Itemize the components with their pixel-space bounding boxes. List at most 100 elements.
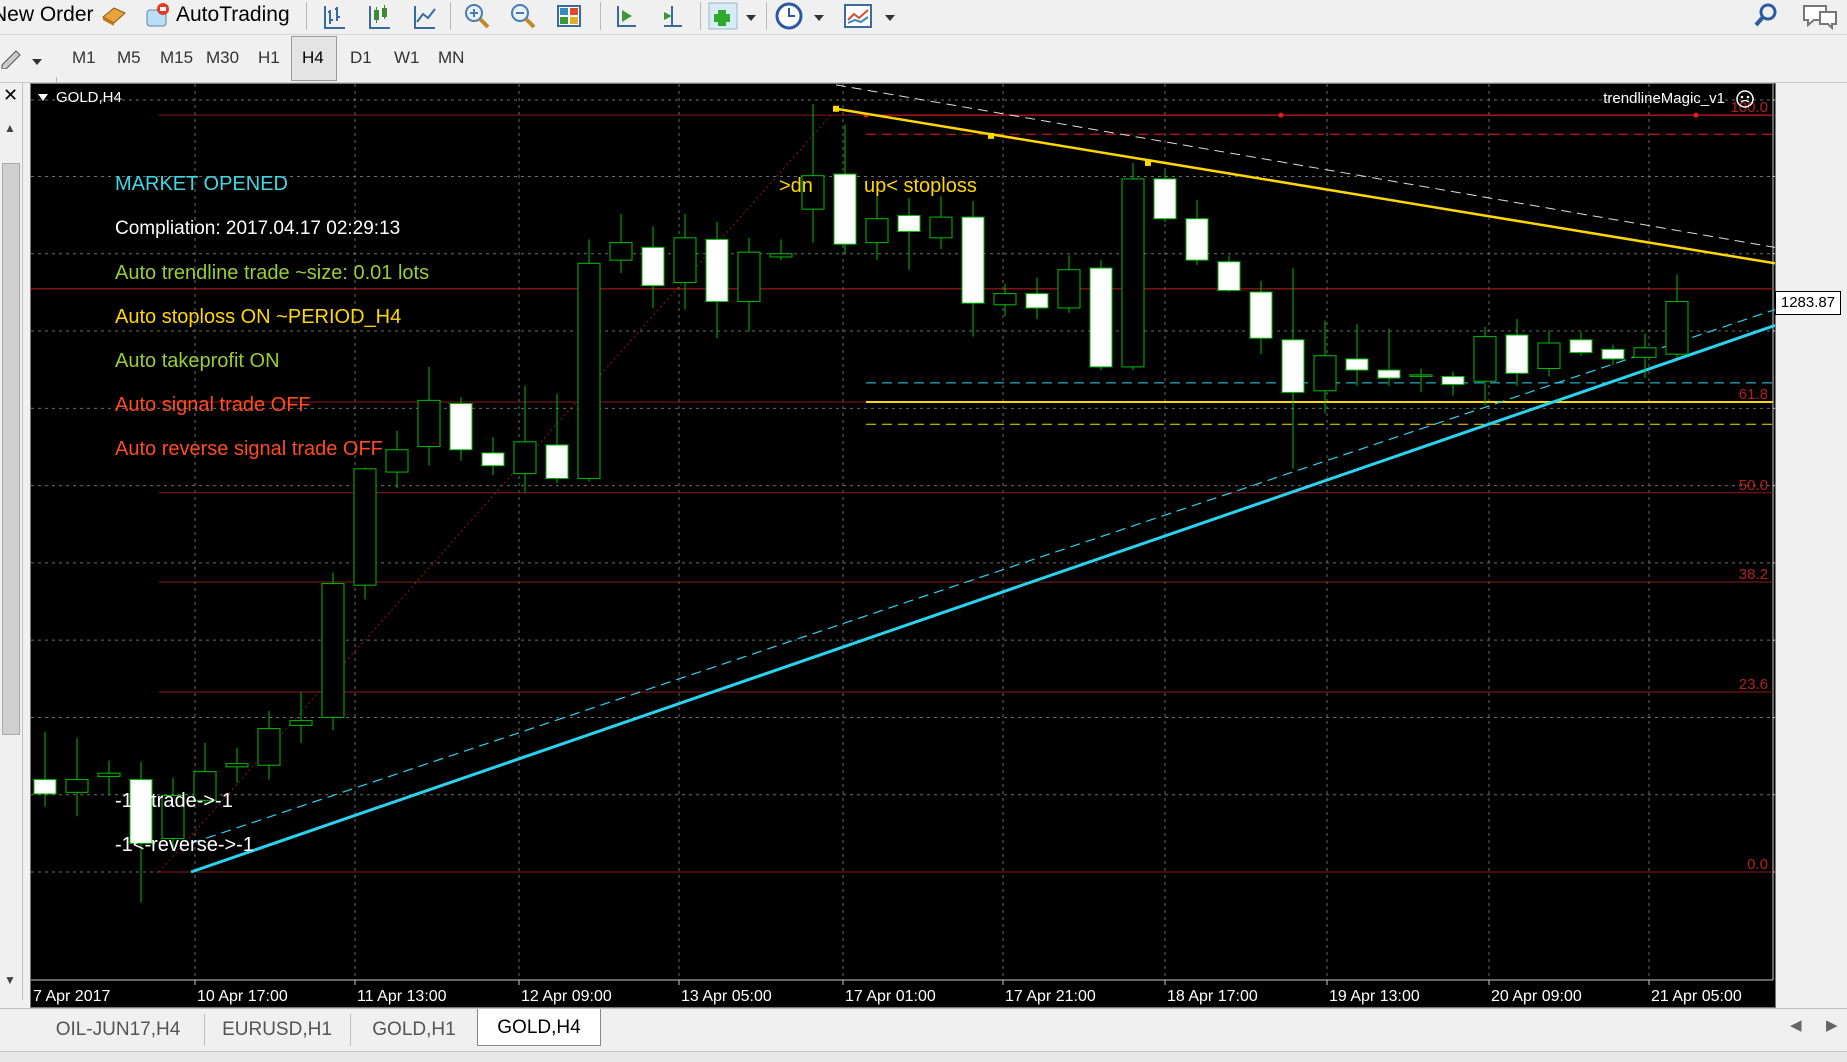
candle-body <box>1217 261 1241 291</box>
candle-body <box>449 403 473 451</box>
stoploss-point <box>1278 112 1284 118</box>
current-price-tag: 1283.87 <box>1775 291 1841 316</box>
candle-body <box>609 242 633 261</box>
time-axis-label: 7 Apr 2017 <box>33 988 111 1005</box>
autotrading-icon <box>144 1 172 29</box>
candle-body <box>97 772 121 777</box>
candle-body <box>545 444 569 479</box>
candle-body <box>257 728 281 766</box>
trendline-anchor-point <box>1145 159 1151 166</box>
auto-reverse-text: Auto reverse signal trade OFF <box>115 438 383 460</box>
zoom-out-icon[interactable] <box>508 1 538 36</box>
timeframe-mn-button[interactable]: MN <box>438 48 464 68</box>
indicators-icon[interactable] <box>708 2 738 35</box>
close-icon[interactable]: ✕ <box>3 85 18 106</box>
tab-eurusd-h1[interactable]: EURUSD,H1 <box>204 1014 351 1046</box>
time-axis-label: 18 Apr 17:00 <box>1167 988 1258 1005</box>
candle-body <box>1409 374 1433 377</box>
candle-body <box>1153 178 1177 220</box>
timeframe-w1-button[interactable]: W1 <box>394 48 420 68</box>
time-axis-label: 12 Apr 09:00 <box>521 988 612 1005</box>
new-order-label: New Order <box>0 3 94 26</box>
chevron-down-icon[interactable] <box>31 54 43 72</box>
autotrading-button[interactable]: AutoTrading <box>144 0 290 30</box>
timeframe-m15-button[interactable]: M15 <box>160 48 193 68</box>
bottom-status-strip <box>0 1051 1847 1062</box>
candle-body <box>705 238 729 303</box>
timeframe-m30-button[interactable]: M30 <box>206 48 239 68</box>
bar-chart-icon[interactable] <box>320 2 348 35</box>
candle-body <box>1057 269 1081 309</box>
tab-scroll-right-icon[interactable]: ▶ <box>1826 1016 1838 1034</box>
candle-body <box>577 262 601 479</box>
fib-level-label: 23.6 <box>1739 676 1768 693</box>
candle-body <box>321 583 345 718</box>
scroll-up-icon[interactable]: ▲ <box>4 121 16 135</box>
tile-windows-icon[interactable] <box>555 2 583 35</box>
tab-gold-h1[interactable]: GOLD,H1 <box>351 1014 478 1046</box>
candle-body <box>1377 369 1401 379</box>
expert-smiley-icon[interactable] <box>1735 89 1755 114</box>
trade-counter-text: -1<-trade->-1 <box>115 790 233 812</box>
candle-body <box>865 218 889 244</box>
autoscroll-icon[interactable] <box>612 2 640 35</box>
candle-body <box>641 246 665 287</box>
chevron-down-icon[interactable] <box>745 10 757 28</box>
templates-icon[interactable] <box>843 2 873 35</box>
chart-shift-icon[interactable] <box>658 2 686 35</box>
line-chart-icon[interactable] <box>410 2 438 35</box>
zoom-in-icon[interactable] <box>462 1 492 36</box>
chart-menu-icon[interactable] <box>37 90 49 108</box>
timeframe-h4-button[interactable]: H4 <box>302 48 324 68</box>
chevron-down-icon[interactable] <box>884 10 896 28</box>
periods-clock-icon[interactable] <box>774 1 804 36</box>
candle-body <box>1633 347 1657 358</box>
timeframe-d1-button[interactable]: D1 <box>350 48 372 68</box>
tab-scroll-left-icon[interactable]: ◀ <box>1790 1016 1802 1034</box>
candle-body <box>737 251 761 303</box>
meta-editor-icon[interactable] <box>100 2 128 28</box>
candle-body <box>513 441 537 475</box>
candle-body <box>1249 291 1273 339</box>
drawing-tools-icon[interactable] <box>0 47 24 74</box>
dn-marker-text: >dn <box>779 175 813 197</box>
search-icon[interactable] <box>1752 2 1780 35</box>
candle-body <box>929 216 953 239</box>
time-axis-label: 13 Apr 05:00 <box>681 988 772 1005</box>
chart-tabs-bar: OIL-JUN17,H4 EURUSD,H1 GOLD,H1 GOLD,H4 ◀ ▶ <box>0 1008 1847 1051</box>
chevron-down-icon[interactable] <box>813 10 825 28</box>
timeframe-h1-button[interactable]: H1 <box>258 48 280 68</box>
candle-body <box>289 720 313 726</box>
candle-body <box>1121 178 1145 368</box>
reverse-counter-text: -1<-reverse->-1 <box>115 834 254 856</box>
candle-body <box>1569 339 1593 354</box>
candle-body <box>833 173 857 245</box>
candle-body <box>65 779 89 793</box>
candle-body <box>993 293 1017 306</box>
chart-window[interactable]: 100.061.850.038.223.60.01296.551291.7512… <box>30 83 1841 1008</box>
new-order-button[interactable]: New Order <box>0 0 94 30</box>
candle-body <box>1441 375 1465 385</box>
time-axis-label: 17 Apr 21:00 <box>1005 988 1096 1005</box>
timeframe-m5-button[interactable]: M5 <box>117 48 141 68</box>
candle-body <box>769 253 793 258</box>
compilation-text: Compliation: 2017.04.17 02:29:13 <box>115 218 401 239</box>
tab-oil-jun17-h4[interactable]: OIL-JUN17,H4 <box>32 1014 205 1046</box>
fib-level-label: 50.0 <box>1739 477 1768 494</box>
fib-level-label: 61.8 <box>1739 386 1768 403</box>
left-panel-strip: ✕ ▲ ▼ ite <box>0 83 23 1028</box>
tab-gold-h4[interactable]: GOLD,H4 <box>477 1009 601 1046</box>
candlestick-chart-icon[interactable] <box>365 2 393 35</box>
scroll-down-icon[interactable]: ▼ <box>4 973 16 987</box>
stoploss-point <box>1693 112 1699 118</box>
expert-advisor-name: trendlineMagic_v1 <box>1603 90 1725 107</box>
auto-signal-text: Auto signal trade OFF <box>115 394 311 416</box>
candle-body <box>1185 218 1209 261</box>
candle-body <box>961 216 985 304</box>
candle-body <box>1665 301 1689 355</box>
candle-body <box>897 215 921 232</box>
up-stoploss-text: up< stoploss <box>864 175 977 197</box>
chat-icon[interactable] <box>1800 2 1840 35</box>
timeframe-m1-button[interactable]: M1 <box>72 48 96 68</box>
vertical-scrollbar[interactable] <box>2 163 20 735</box>
